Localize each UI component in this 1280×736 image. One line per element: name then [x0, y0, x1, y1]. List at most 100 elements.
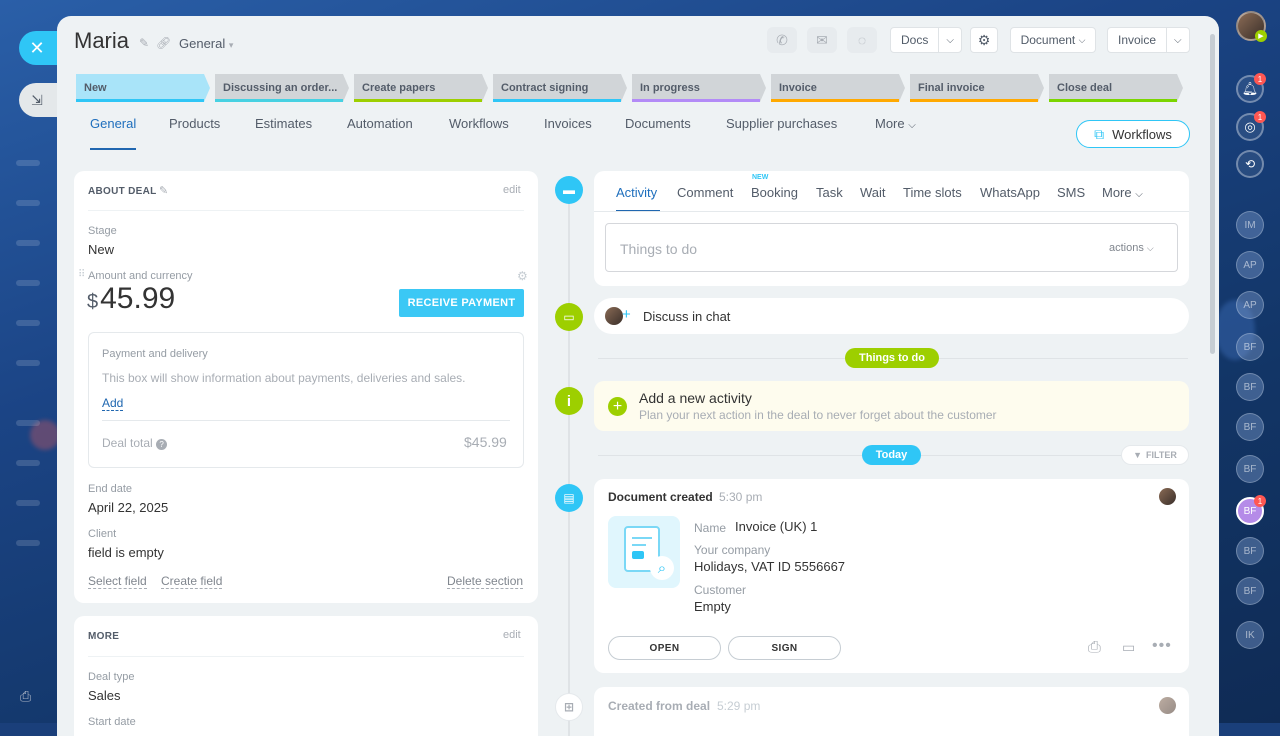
tab-automation[interactable]: Automation [347, 116, 413, 150]
activity-tab-comment[interactable]: Comment [677, 185, 733, 200]
stage-color-bar [771, 99, 899, 102]
contact-avatar[interactable]: IK [1236, 621, 1264, 649]
document-dropdown[interactable]: Document ⌵ [1010, 27, 1096, 53]
info-icon: i [566, 392, 572, 410]
tab-supplier-purchases[interactable]: Supplier purchases [726, 116, 837, 150]
payment-add-link[interactable]: Add [102, 396, 124, 411]
settings-button[interactable]: ⚙ [970, 27, 998, 53]
more-edit-link[interactable]: edit [503, 629, 521, 641]
today-pill: Today [862, 445, 921, 465]
tab-products[interactable]: Products [169, 116, 220, 150]
amount-value[interactable]: $45.99 [87, 282, 175, 316]
chat-button[interactable]: ⟲ [1236, 150, 1264, 178]
more-title: MORE [88, 631, 120, 642]
stage-1[interactable]: Discussing an order... [215, 74, 349, 102]
contact-avatar[interactable]: IM [1236, 211, 1264, 239]
docs-dropdown[interactable]: Docs ⌵ [890, 27, 962, 53]
deal-title[interactable]: Maria [74, 28, 129, 54]
stage-0[interactable]: New [76, 74, 210, 102]
add-activity-card[interactable] [594, 381, 1189, 431]
link-icon[interactable]: 🔗︎ [156, 36, 171, 50]
tab-label: Automation [347, 116, 413, 131]
sidebar-placeholder [16, 240, 40, 246]
user-avatar[interactable]: ▶ [1236, 11, 1267, 42]
contact-avatar[interactable]: BF [1236, 333, 1264, 361]
contact-avatar[interactable]: BF [1236, 537, 1264, 565]
add-circle-icon[interactable]: + [608, 397, 627, 416]
pencil-icon[interactable]: ✎ [159, 184, 168, 197]
stage-4[interactable]: In progress [632, 74, 766, 102]
stage-5[interactable]: Invoice [771, 74, 905, 102]
tab-estimates[interactable]: Estimates [255, 116, 312, 150]
sign-document-button[interactable]: SIGN [728, 636, 841, 660]
contact-avatar[interactable]: BF 1 [1236, 495, 1266, 525]
chevron-down-icon[interactable]: ⌵ [1166, 28, 1189, 52]
contact-avatar[interactable]: BF [1236, 373, 1264, 401]
notifications-button[interactable]: 🔔︎ 1 [1236, 73, 1266, 103]
call-button[interactable]: ✆ [767, 27, 797, 53]
drag-handle-icon[interactable]: ⠿ [78, 269, 85, 280]
contact-avatar[interactable]: BF [1236, 577, 1264, 605]
activity-tab-wait[interactable]: Wait [860, 185, 886, 200]
chat-button-header[interactable]: ◌ [847, 27, 877, 53]
deal-type-value[interactable]: Sales [88, 688, 121, 703]
stage-7[interactable]: Close deal [1049, 74, 1183, 102]
stage-6[interactable]: Final invoice [910, 74, 1044, 102]
sidebar-placeholder [16, 420, 40, 426]
activity-tab-sms[interactable]: SMS [1057, 185, 1085, 200]
tab-more[interactable]: More ⌵ [875, 116, 916, 150]
client-value[interactable]: field is empty [88, 545, 164, 560]
select-field-link[interactable]: Select field [88, 574, 147, 589]
create-field-link[interactable]: Create field [161, 574, 223, 589]
help-icon[interactable]: ? [156, 439, 168, 450]
activity-tab-more[interactable]: More ⌵ [1102, 185, 1143, 200]
pencil-icon[interactable]: ✎ [139, 36, 149, 50]
about-edit-link[interactable]: edit [503, 184, 521, 196]
created-event-time: 5:29 pm [717, 699, 761, 713]
tab-invoices[interactable]: Invoices [544, 116, 592, 150]
document-thumbnail[interactable]: ⌕ [608, 516, 680, 588]
tab-workflows[interactable]: Workflows [449, 116, 509, 150]
receive-payment-button[interactable]: RECEIVE PAYMENT [399, 289, 524, 317]
docs-label: Docs [901, 33, 929, 47]
workflows-button[interactable]: ⧉ Workflows [1076, 120, 1190, 148]
activity-tab-time-slots[interactable]: Time slots [903, 185, 962, 200]
contact-avatar[interactable]: BF [1236, 455, 1264, 483]
actions-dropdown[interactable]: actions ⌵ [1109, 242, 1154, 254]
stage-2[interactable]: Create papers [354, 74, 488, 102]
activity-tab-booking[interactable]: Booking [751, 185, 798, 200]
tab-label: Documents [625, 116, 691, 131]
panel-scrollbar[interactable] [1210, 34, 1215, 354]
contact-avatar[interactable]: AP [1236, 251, 1264, 279]
copilot-button[interactable]: ◎ 1 [1236, 111, 1266, 141]
activity-tab-task[interactable]: Task [816, 185, 843, 200]
minimize-slider-button[interactable]: ⇲ [19, 83, 59, 117]
printer-icon[interactable]: ⎙ [20, 688, 36, 704]
chevron-down-icon[interactable]: ⌵ [938, 28, 961, 52]
printer-icon[interactable]: ⎙ [1088, 639, 1101, 657]
email-button[interactable]: ✉ [807, 27, 837, 53]
author-avatar[interactable] [1159, 697, 1176, 714]
contact-avatar[interactable]: BF [1236, 413, 1264, 441]
open-document-button[interactable]: OPEN [608, 636, 721, 660]
activity-tab-whatsapp[interactable]: WhatsApp [980, 185, 1040, 200]
note-icon[interactable]: ▭ [1122, 639, 1135, 656]
doc-name-value[interactable]: Invoice (UK) 1 [735, 519, 817, 534]
tab-documents[interactable]: Documents [625, 116, 691, 150]
activity-tab-activity[interactable]: Activity [616, 185, 657, 200]
stage-label: Discussing an order... [223, 82, 338, 94]
invoice-dropdown[interactable]: Invoice ⌵ [1107, 27, 1190, 53]
close-slider-button[interactable]: ✕ [19, 31, 59, 65]
author-avatar[interactable] [1159, 488, 1176, 505]
contact-avatar[interactable]: AP [1236, 291, 1264, 319]
end-date-value[interactable]: April 22, 2025 [88, 500, 168, 515]
delete-section-link[interactable]: Delete section [447, 574, 524, 589]
tab-general[interactable]: General [90, 116, 137, 150]
category-selector[interactable]: General ▾ [179, 36, 233, 51]
gear-icon[interactable]: ⚙ [517, 269, 528, 283]
stage-value[interactable]: New [88, 242, 114, 257]
filter-button[interactable]: ▼ FILTER [1121, 445, 1189, 465]
stage-3[interactable]: Contract signing [493, 74, 627, 102]
more-options-icon[interactable]: ••• [1152, 637, 1172, 655]
avatar-initials: AP [1243, 299, 1257, 311]
